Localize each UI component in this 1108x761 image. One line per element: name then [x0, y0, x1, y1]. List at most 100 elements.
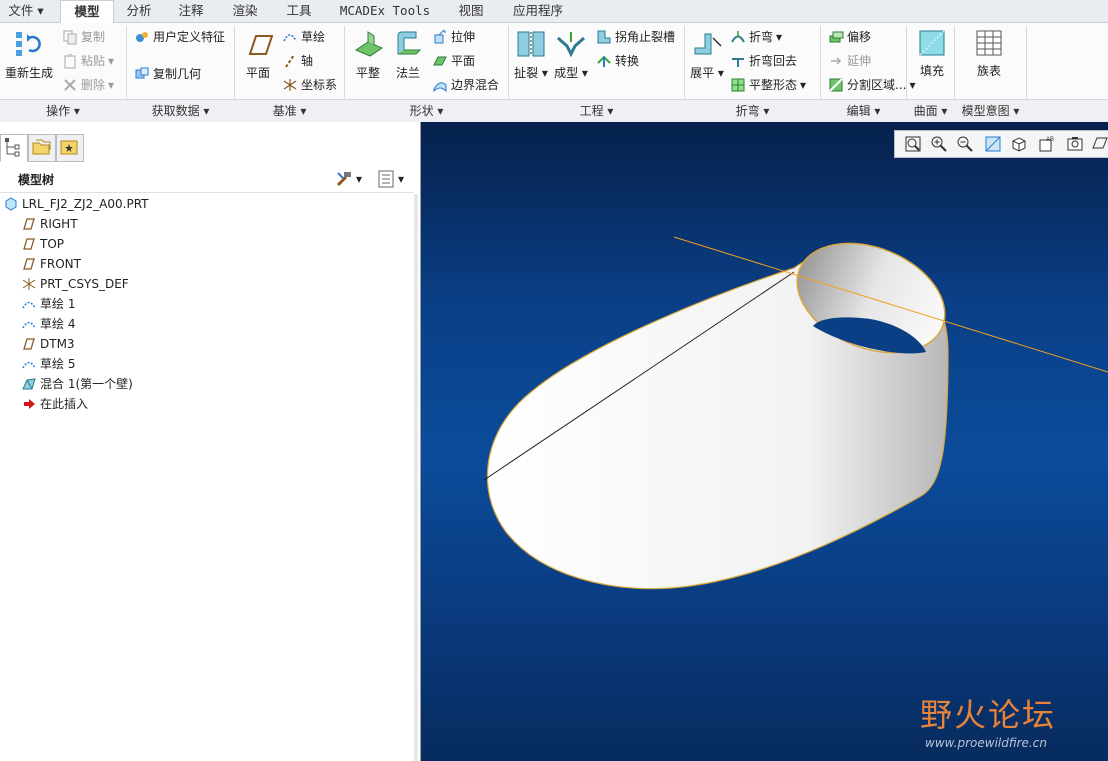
split-area-icon [829, 77, 843, 92]
convert-button[interactable]: 转换 [596, 52, 639, 69]
list-icon [378, 170, 394, 188]
corner-relief-button[interactable]: 拐角止裂槽 [596, 28, 675, 45]
split-area-button[interactable]: 分割区域... ▾ [828, 76, 915, 93]
tree-item-blend-1[interactable]: 混合 1(第一个壁) [22, 374, 133, 394]
offset-button[interactable]: 偏移 [828, 28, 871, 45]
folder-icon [32, 139, 51, 155]
tree-item-front[interactable]: FRONT [22, 254, 81, 274]
tree-item-top[interactable]: TOP [22, 234, 64, 254]
model-tree-tab[interactable] [0, 134, 28, 162]
datum-plane-icon [23, 338, 35, 350]
datum-plane-icon [23, 258, 35, 270]
graphics-viewport[interactable] [421, 122, 1108, 761]
datum-plane-label: 平面 [245, 66, 270, 80]
flat-wall-icon [354, 31, 384, 57]
plane-surface-button[interactable]: 平面 [432, 52, 475, 69]
group-editing[interactable]: 编辑 ▾ [821, 100, 906, 122]
split-area-label: 分割区域... [847, 78, 907, 92]
zoom-out-icon[interactable] [955, 134, 975, 154]
bend-icon [731, 30, 745, 43]
corner-relief-label: 拐角止裂槽 [615, 30, 676, 44]
tab-render[interactable]: 渲染 [222, 0, 268, 22]
group-editing-label: 编辑 [846, 104, 871, 118]
datum-display-icon[interactable] [1091, 134, 1108, 154]
tree-settings-button[interactable]: ▾ [334, 169, 362, 189]
tab-annotate[interactable]: 注释 [168, 0, 214, 22]
repaint-icon[interactable] [983, 134, 1003, 154]
bend-back-button[interactable]: 折弯回去 [730, 52, 797, 69]
watermark-url: www.proewildfire.cn [925, 736, 1047, 750]
sketch-button[interactable]: 草绘 [282, 28, 325, 45]
udf-button[interactable]: 用户定义特征 [134, 28, 225, 45]
tree-item-sketch-1[interactable]: 草绘 1 [22, 294, 75, 314]
tree-item-part[interactable]: LRL_FJ2_ZJ2_A00.PRT [4, 194, 149, 214]
tree-item-csys[interactable]: PRT_CSYS_DEF [22, 274, 129, 294]
group-bends[interactable]: 折弯 ▾ [685, 100, 820, 122]
fill-button[interactable]: 填充 [912, 28, 952, 79]
sketch-icon [22, 301, 36, 309]
tree-item-insert-here[interactable]: 在此插入 [22, 394, 88, 414]
boundary-blend-button[interactable]: 边界混合 [432, 76, 499, 93]
regenerate-button[interactable]: 重新生成 [4, 28, 54, 81]
group-get-data-label: 获取数据 [151, 104, 200, 118]
paste-button[interactable]: 粘贴 ▾ [62, 52, 114, 69]
regenerate-icon [16, 32, 41, 56]
group-model-intent[interactable]: 模型意图 ▾ [955, 100, 1026, 122]
blend-wall-icon [22, 378, 36, 390]
axis-button[interactable]: 轴 [282, 52, 313, 69]
tree-item-sketch-5[interactable]: 草绘 5 [22, 354, 75, 374]
unbend-button[interactable]: 展平 ▾ [690, 28, 724, 81]
group-shapes[interactable]: 形状 ▾ [345, 100, 508, 122]
form-button[interactable]: 成型 ▾ [554, 28, 588, 81]
group-operations[interactable]: 操作 ▾ [0, 100, 126, 122]
bend-back-label: 折弯回去 [749, 54, 798, 68]
tree-scrollbar[interactable] [414, 194, 418, 761]
tab-applications[interactable]: 应用程序 [502, 0, 574, 22]
tree-show-button[interactable]: ▾ [376, 169, 404, 189]
convert-icon [597, 55, 611, 67]
part-icon [5, 197, 17, 211]
tree-item-sketch-4[interactable]: 草绘 4 [22, 314, 75, 334]
delete-button[interactable]: 删除 ▾ [62, 76, 114, 93]
zoom-in-icon[interactable] [929, 134, 949, 154]
tab-tools[interactable]: 工具 [276, 0, 322, 22]
rip-button[interactable]: 扯裂 ▾ [514, 28, 548, 81]
folder-browser-tab[interactable] [28, 134, 56, 162]
extrude-button[interactable]: 拉伸 [432, 28, 475, 45]
family-table-button[interactable]: 族表 [964, 28, 1014, 79]
bend-button[interactable]: 折弯 ▾ [730, 28, 782, 45]
flat-pattern-button[interactable]: 平整形态 ▾ [730, 76, 806, 93]
tab-analysis[interactable]: 分析 [116, 0, 162, 22]
group-datum[interactable]: 基准 ▾ [235, 100, 344, 122]
rip-icon [517, 31, 545, 57]
tab-mcadex-tools[interactable]: MCADEx Tools [330, 0, 440, 22]
saved-orientations-icon[interactable]: AB [1037, 134, 1057, 154]
flat-wall-button[interactable]: 平整 [350, 28, 386, 81]
file-menu[interactable]: 文件 ▾ [2, 0, 50, 22]
flange-button[interactable]: 法兰 [390, 28, 426, 81]
tab-view[interactable]: 视图 [448, 0, 494, 22]
paste-label: 粘贴 [81, 54, 106, 68]
group-get-data[interactable]: 获取数据 ▾ [127, 100, 234, 122]
tree-item-right[interactable]: RIGHT [22, 214, 78, 234]
boundary-blend-label: 边界混合 [451, 78, 500, 92]
group-engineering[interactable]: 工程 ▾ [509, 100, 684, 122]
datum-plane-icon [23, 238, 35, 250]
copy-geometry-button[interactable]: 复制几何 [134, 65, 201, 82]
view-manager-icon[interactable] [1065, 134, 1085, 154]
favorites-tab[interactable] [56, 134, 84, 162]
copy-button[interactable]: 复制 [62, 28, 105, 45]
tree-item-label: PRT_CSYS_DEF [40, 277, 129, 291]
display-style-icon[interactable] [1009, 134, 1029, 154]
group-bends-label: 折弯 [735, 104, 760, 118]
group-surfaces[interactable]: 曲面 ▾ [907, 100, 954, 122]
datum-plane-icon [248, 35, 274, 55]
datum-plane-button[interactable]: 平面 [240, 30, 276, 81]
csys-icon [283, 78, 297, 91]
csys-button[interactable]: 坐标系 [282, 76, 337, 93]
tree-item-dtm3[interactable]: DTM3 [22, 334, 75, 354]
refit-icon[interactable] [903, 134, 923, 154]
extend-button[interactable]: 延伸 [828, 52, 871, 69]
plane-surface-label: 平面 [451, 54, 476, 68]
tab-model[interactable]: 模型 [60, 0, 114, 24]
